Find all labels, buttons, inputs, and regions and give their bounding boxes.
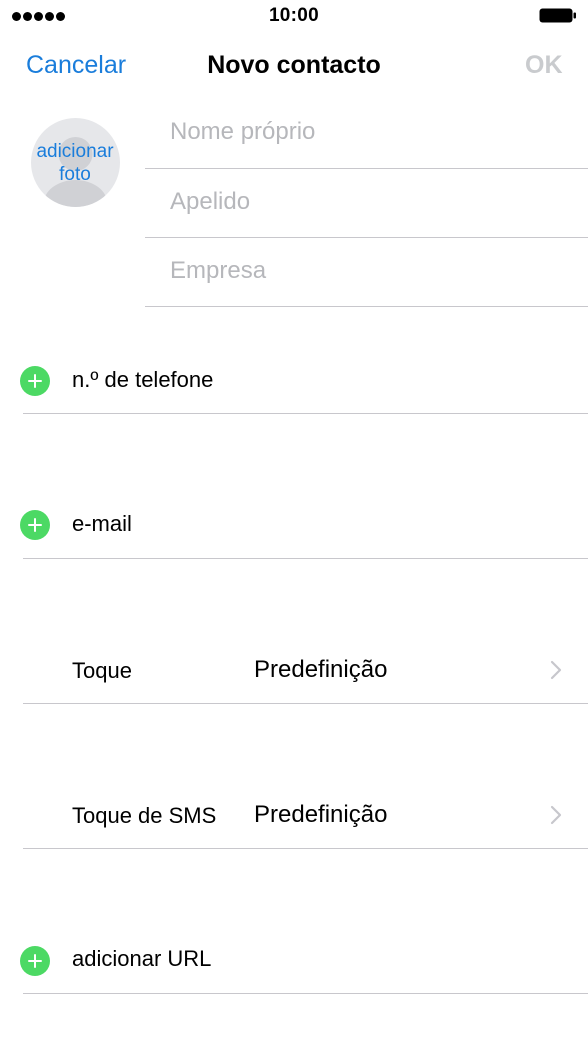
separator bbox=[23, 703, 588, 704]
battery-icon bbox=[539, 8, 576, 23]
ringtone-label: Toque bbox=[72, 658, 132, 683]
separator bbox=[23, 558, 588, 559]
ringtone-value[interactable]: Predefinição bbox=[254, 656, 387, 684]
text-tone-value[interactable]: Predefinição bbox=[254, 801, 387, 829]
page-title: Novo contacto bbox=[207, 51, 381, 79]
separator bbox=[145, 168, 588, 169]
chevron-right-icon bbox=[550, 660, 562, 680]
text-tone-label: Toque de SMS bbox=[72, 803, 217, 828]
add-url-icon[interactable] bbox=[20, 946, 50, 976]
add-email-label[interactable]: e-mail bbox=[72, 511, 132, 537]
ok-button[interactable]: OK bbox=[525, 51, 563, 80]
separator bbox=[23, 413, 588, 414]
add-email-icon[interactable] bbox=[20, 510, 50, 540]
add-phone-icon[interactable] bbox=[20, 366, 50, 396]
separator bbox=[145, 306, 588, 307]
add-phone-label[interactable]: n.º de telefone bbox=[72, 367, 213, 393]
chevron-right-icon bbox=[550, 805, 562, 825]
separator bbox=[23, 993, 588, 994]
add-photo-label-line1: adicionar bbox=[36, 141, 114, 162]
separator bbox=[23, 848, 588, 849]
status-time: 10:00 bbox=[268, 5, 320, 26]
separator bbox=[145, 237, 588, 238]
add-url-label[interactable]: adicionar URL bbox=[72, 946, 211, 972]
add-photo-label-line2: foto bbox=[59, 164, 91, 185]
last-name-field[interactable]: Apelido bbox=[170, 188, 250, 216]
first-name-field[interactable]: Nome próprio bbox=[170, 118, 315, 146]
add-photo-label[interactable]: adicionar foto bbox=[0, 140, 150, 186]
company-field[interactable]: Empresa bbox=[170, 257, 266, 285]
